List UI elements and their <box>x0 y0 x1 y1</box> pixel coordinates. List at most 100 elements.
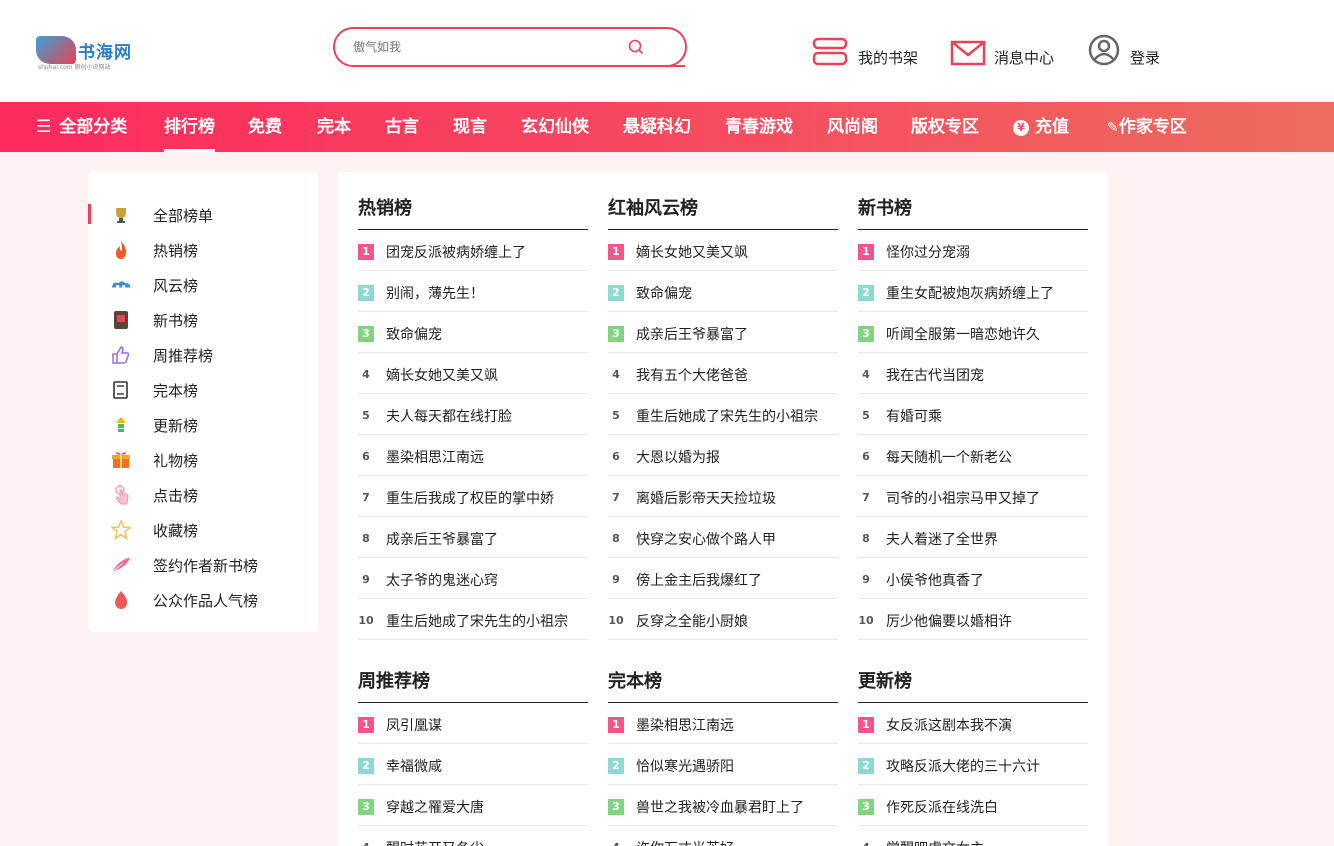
ranking-title[interactable]: 周推荐榜 <box>358 645 588 703</box>
nav-ancient-romance[interactable]: 古言 <box>385 102 419 152</box>
ranking-row[interactable]: 3 听闻全服第一暗恋她许久 <box>858 312 1088 353</box>
ranking-row[interactable]: 6 大恩以婚为报 <box>608 435 838 476</box>
ranking-row[interactable]: 5 夫人每天都在线打脸 <box>358 394 588 435</box>
sidebar-item-favorites[interactable]: 收藏榜 <box>88 515 318 550</box>
book-title-link[interactable]: 我有五个大佬爸爸 <box>636 365 836 385</box>
nav-copyright[interactable]: 版权专区 <box>911 102 979 152</box>
ranking-row[interactable]: 1 怪你过分宠溺 <box>858 230 1088 271</box>
ranking-row[interactable]: 8 夫人着迷了全世界 <box>858 517 1088 558</box>
book-title-link[interactable]: 司爷的小祖宗马甲又掉了 <box>886 488 1086 508</box>
search-input[interactable] <box>353 37 603 57</box>
ranking-row[interactable]: 9 太子爷的鬼迷心窍 <box>358 558 588 599</box>
nav-modern-romance[interactable]: 现言 <box>453 102 487 152</box>
book-title-link[interactable]: 致命偏宠 <box>636 283 836 303</box>
ranking-row[interactable]: 4 我在古代当团宠 <box>858 353 1088 394</box>
book-title-link[interactable]: 离婚后影帝天天捡垃圾 <box>636 488 836 508</box>
ranking-row[interactable]: 2 重生女配被炮灰病娇缠上了 <box>858 271 1088 312</box>
sidebar-item-updates[interactable]: 更新榜 <box>88 410 318 445</box>
ranking-row[interactable]: 1 嫡长女她又美又飒 <box>608 230 838 271</box>
ranking-row[interactable]: 8 快穿之安心做个路人甲 <box>608 517 838 558</box>
nav-free[interactable]: 免费 <box>248 102 282 152</box>
sidebar-item-new-books[interactable]: 新书榜 <box>88 305 318 340</box>
ranking-title[interactable]: 热销榜 <box>358 172 588 230</box>
sidebar-item-signed-new[interactable]: 签约作者新书榜 <box>88 550 318 585</box>
sidebar-item-completed[interactable]: 完本榜 <box>88 375 318 410</box>
book-title-link[interactable]: 夫人每天都在线打脸 <box>386 406 586 426</box>
nav-scifi[interactable]: 悬疑科幻 <box>623 102 691 152</box>
search-icon[interactable] <box>627 38 645 56</box>
bookshelf-link[interactable]: 我的书架 <box>812 34 918 68</box>
ranking-row[interactable]: 1 墨染相思江南远 <box>608 703 838 744</box>
book-title-link[interactable]: 厉少他偏要以婚相许 <box>886 611 1086 631</box>
nav-rankings[interactable]: 排行榜 <box>164 102 215 152</box>
ranking-row[interactable]: 4 醒时花开又冬尘 <box>358 826 588 846</box>
ranking-row[interactable]: 7 司爷的小祖宗马甲又掉了 <box>858 476 1088 517</box>
nav-completed[interactable]: 完本 <box>317 102 351 152</box>
book-title-link[interactable]: 小侯爷他真香了 <box>886 570 1086 590</box>
ranking-row[interactable]: 5 重生后她成了宋先生的小祖宗 <box>608 394 838 435</box>
book-title-link[interactable]: 女反派这剧本我不演 <box>886 715 1086 735</box>
book-title-link[interactable]: 穿越之罹爱大唐 <box>386 797 586 817</box>
login-link[interactable]: 登录 <box>1088 34 1160 68</box>
book-title-link[interactable]: 恰似寒光遇骄阳 <box>636 756 836 776</box>
book-title-link[interactable]: 嫡长女她又美又飒 <box>386 365 586 385</box>
book-title-link[interactable]: 重生后她成了宋先生的小祖宗 <box>386 611 586 631</box>
sidebar-item-public-popular[interactable]: 公众作品人气榜 <box>88 585 318 620</box>
book-title-link[interactable]: 别闹，薄先生！ <box>386 283 586 303</box>
ranking-title[interactable]: 红袖风云榜 <box>608 172 838 230</box>
book-title-link[interactable]: 成亲后王爷暴富了 <box>386 529 586 549</box>
book-title-link[interactable]: 重生后我成了权臣的掌中娇 <box>386 488 586 508</box>
site-logo[interactable]: 书海网 shuhai.com 原创小说网站 <box>36 28 146 72</box>
ranking-row[interactable]: 4 许你万丈光芒好 <box>608 826 838 846</box>
ranking-row[interactable]: 7 重生后我成了权臣的掌中娇 <box>358 476 588 517</box>
nav-recharge[interactable]: ¥ 充值 <box>1013 102 1069 152</box>
book-title-link[interactable]: 墨染相思江南远 <box>636 715 836 735</box>
book-title-link[interactable]: 重生后她成了宋先生的小祖宗 <box>636 406 836 426</box>
ranking-row[interactable]: 3 作死反派在线洗白 <box>858 785 1088 826</box>
ranking-row[interactable]: 2 幸福微咸 <box>358 744 588 785</box>
ranking-row[interactable]: 1 团宠反派被病娇缠上了 <box>358 230 588 271</box>
ranking-row[interactable]: 4 觉醒吧虐文女主 <box>858 826 1088 846</box>
book-title-link[interactable]: 我在古代当团宠 <box>886 365 1086 385</box>
book-title-link[interactable]: 觉醒吧虐文女主 <box>886 838 1086 846</box>
ranking-row[interactable]: 6 每天随机一个新老公 <box>858 435 1088 476</box>
ranking-row[interactable]: 9 小侯爷他真香了 <box>858 558 1088 599</box>
sidebar-item-trending[interactable]: 风云榜 <box>88 270 318 305</box>
ranking-title[interactable]: 完本榜 <box>608 645 838 703</box>
ranking-row[interactable]: 3 致命偏宠 <box>358 312 588 353</box>
ranking-row[interactable]: 10 反穿之全能小厨娘 <box>608 599 838 640</box>
sidebar-item-clicks[interactable]: 点击榜 <box>88 480 318 515</box>
ranking-row[interactable]: 9 傍上金主后我爆红了 <box>608 558 838 599</box>
book-title-link[interactable]: 有婚可乘 <box>886 406 1086 426</box>
ranking-row[interactable]: 4 我有五个大佬爸爸 <box>608 353 838 394</box>
book-title-link[interactable]: 醒时花开又冬尘 <box>386 838 586 846</box>
sidebar-item-all[interactable]: 全部榜单 <box>88 200 318 235</box>
ranking-row[interactable]: 1 女反派这剧本我不演 <box>858 703 1088 744</box>
ranking-row[interactable]: 2 致命偏宠 <box>608 271 838 312</box>
book-title-link[interactable]: 许你万丈光芒好 <box>636 838 836 846</box>
ranking-row[interactable]: 7 离婚后影帝天天捡垃圾 <box>608 476 838 517</box>
nav-all-categories[interactable]: ☰ 全部分类 <box>36 102 127 152</box>
ranking-title[interactable]: 新书榜 <box>858 172 1088 230</box>
ranking-row[interactable]: 1 凤引凰谋 <box>358 703 588 744</box>
book-title-link[interactable]: 傍上金主后我爆红了 <box>636 570 836 590</box>
nav-fantasy[interactable]: 玄幻仙侠 <box>521 102 589 152</box>
book-title-link[interactable]: 成亲后王爷暴富了 <box>636 324 836 344</box>
book-title-link[interactable]: 反穿之全能小厨娘 <box>636 611 836 631</box>
ranking-row[interactable]: 2 攻略反派大佬的三十六计 <box>858 744 1088 785</box>
sidebar-item-weekly-recommend[interactable]: 周推荐榜 <box>88 340 318 375</box>
book-title-link[interactable]: 墨染相思江南远 <box>386 447 586 467</box>
book-title-link[interactable]: 听闻全服第一暗恋她许久 <box>886 324 1086 344</box>
ranking-row[interactable]: 6 墨染相思江南远 <box>358 435 588 476</box>
book-title-link[interactable]: 作死反派在线洗白 <box>886 797 1086 817</box>
book-title-link[interactable]: 快穿之安心做个路人甲 <box>636 529 836 549</box>
book-title-link[interactable]: 兽世之我被冷血暴君盯上了 <box>636 797 836 817</box>
ranking-row[interactable]: 4 嫡长女她又美又飒 <box>358 353 588 394</box>
ranking-row[interactable]: 10 重生后她成了宋先生的小祖宗 <box>358 599 588 640</box>
nav-author-zone[interactable]: ✎作家专区 <box>1107 102 1187 152</box>
ranking-row[interactable]: 3 成亲后王爷暴富了 <box>608 312 838 353</box>
nav-fashion[interactable]: 风尚阁 <box>827 102 878 152</box>
book-title-link[interactable]: 嫡长女她又美又飒 <box>636 242 836 262</box>
book-title-link[interactable]: 攻略反派大佬的三十六计 <box>886 756 1086 776</box>
book-title-link[interactable]: 凤引凰谋 <box>386 715 586 735</box>
